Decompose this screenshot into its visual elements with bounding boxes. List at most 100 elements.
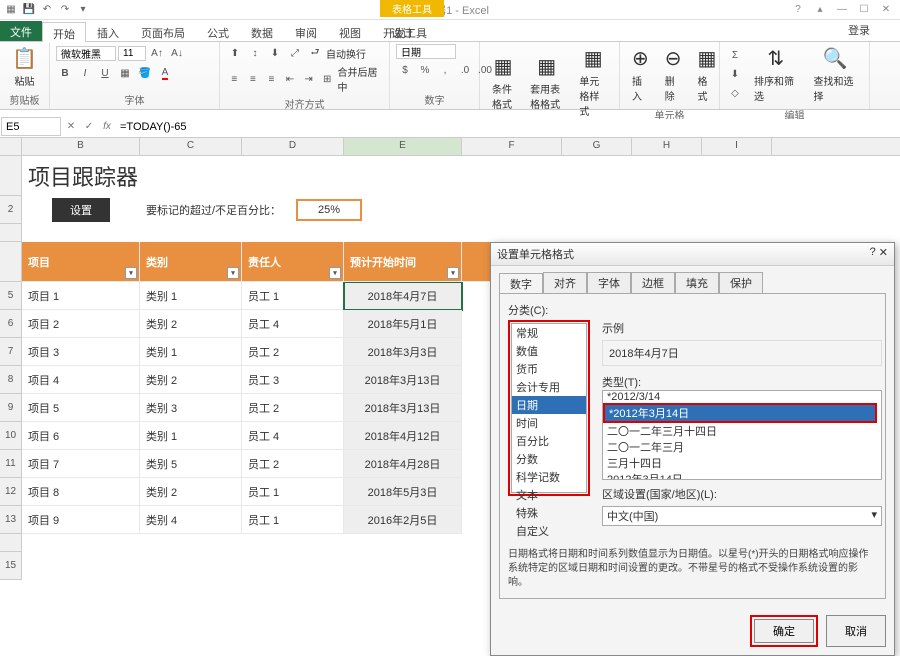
row-header[interactable]: 11	[0, 450, 22, 478]
row-header[interactable]: 5	[0, 282, 22, 310]
comma-icon[interactable]: ,	[436, 61, 454, 79]
percent-icon[interactable]: %	[416, 61, 434, 79]
category-date[interactable]: 日期	[512, 396, 586, 414]
font-color-button[interactable]: A	[156, 64, 174, 82]
col-header-e[interactable]: E	[344, 138, 462, 155]
col-header-f[interactable]: F	[462, 138, 562, 155]
table-header-startdate[interactable]: 预计开始时间▾	[344, 242, 462, 282]
category-list[interactable]: 常规 数值 货币 会计专用 日期 时间 百分比 分数 科学记数 文本 特殊 自定…	[511, 323, 587, 493]
wrap-text-button[interactable]: ⮐	[306, 44, 324, 62]
redo-icon[interactable]: ↷	[58, 3, 72, 17]
tab-review[interactable]: 审阅	[284, 21, 328, 41]
tab-formulas[interactable]: 公式	[196, 21, 240, 41]
help-icon[interactable]: ?	[790, 3, 806, 17]
dialog-help-icon[interactable]: ?	[870, 246, 876, 262]
filter-icon[interactable]: ▾	[125, 267, 137, 279]
underline-button[interactable]: U	[96, 64, 114, 82]
row-header[interactable]: 2	[0, 196, 22, 224]
cancel-formula-icon[interactable]: ✕	[62, 121, 80, 132]
decrease-font-icon[interactable]: A↓	[168, 44, 186, 62]
row-header[interactable]: 7	[0, 338, 22, 366]
conditional-format-button[interactable]: ▦条件格式	[486, 52, 520, 113]
tab-design[interactable]: 设计	[380, 21, 424, 41]
row-header[interactable]: 9	[0, 394, 22, 422]
col-header-d[interactable]: D	[242, 138, 344, 155]
number-format-combo[interactable]	[396, 44, 456, 59]
insert-cells-button[interactable]: ⊕插入	[626, 44, 655, 105]
orientation-icon[interactable]: ⤢	[286, 44, 304, 62]
row-header[interactable]	[0, 156, 22, 196]
align-top-icon[interactable]: ⬆	[226, 44, 244, 62]
table-header-project[interactable]: 项目▾	[22, 242, 140, 282]
select-all-corner[interactable]	[0, 138, 22, 155]
row-header[interactable]: 12	[0, 478, 22, 506]
minimize-icon[interactable]: —	[834, 3, 850, 17]
row-header[interactable]: 8	[0, 366, 22, 394]
currency-icon[interactable]: $	[396, 61, 414, 79]
col-header-h[interactable]: H	[632, 138, 702, 155]
align-center-icon[interactable]: ≡	[245, 70, 262, 88]
type-selected[interactable]: *2012年3月14日	[605, 405, 875, 421]
ribbon-collapse-icon[interactable]: ▴	[812, 3, 828, 17]
row-header[interactable]: 10	[0, 422, 22, 450]
tab-home[interactable]: 开始	[42, 22, 86, 42]
filter-icon[interactable]: ▾	[329, 267, 341, 279]
formula-input[interactable]	[116, 119, 900, 135]
row-header[interactable]	[0, 242, 22, 282]
delete-cells-button[interactable]: ⊖删除	[659, 44, 688, 105]
fx-icon[interactable]: fx	[98, 121, 116, 132]
fill-color-button[interactable]: 🪣	[136, 64, 154, 82]
row-header[interactable]: 6	[0, 310, 22, 338]
tab-pagelayout[interactable]: 页面布局	[130, 21, 196, 41]
increase-font-icon[interactable]: A↑	[148, 44, 166, 62]
save-icon[interactable]: 💾	[22, 3, 36, 17]
align-bottom-icon[interactable]: ⬇	[266, 44, 284, 62]
sheet-title[interactable]: 项目跟踪器	[22, 156, 462, 196]
align-right-icon[interactable]: ≡	[263, 70, 280, 88]
name-box[interactable]	[1, 117, 61, 136]
dialog-tab-border[interactable]: 边框	[631, 272, 675, 293]
cancel-button[interactable]: 取消	[826, 615, 886, 647]
find-select-button[interactable]: 🔍查找和选择	[808, 44, 864, 105]
filter-icon[interactable]: ▾	[227, 267, 239, 279]
tab-view[interactable]: 视图	[328, 21, 372, 41]
signin-link[interactable]: 登录	[848, 22, 870, 38]
row-header[interactable]	[0, 224, 22, 242]
tab-data[interactable]: 数据	[240, 21, 284, 41]
align-middle-icon[interactable]: ↕	[246, 44, 264, 62]
table-header-owner[interactable]: 责任人▾	[242, 242, 344, 282]
clear-icon[interactable]: ◇	[726, 85, 744, 103]
settings-button[interactable]: 设置	[52, 198, 110, 222]
dialog-close-icon[interactable]: ✕	[879, 246, 888, 262]
align-left-icon[interactable]: ≡	[226, 70, 243, 88]
maximize-icon[interactable]: ☐	[856, 3, 872, 17]
italic-button[interactable]: I	[76, 64, 94, 82]
autosum-icon[interactable]: Σ	[726, 47, 744, 65]
col-header-i[interactable]: I	[702, 138, 772, 155]
dialog-tab-font[interactable]: 字体	[587, 272, 631, 293]
file-tab[interactable]: 文件	[0, 21, 42, 41]
qat-more-icon[interactable]: ▾	[76, 3, 90, 17]
row-header[interactable]: 15	[0, 552, 22, 580]
font-size-combo[interactable]	[118, 46, 146, 61]
col-header-c[interactable]: C	[140, 138, 242, 155]
type-list[interactable]: *2012/3/14 *2012年3月14日 二〇一二年三月十四日 二〇一二年三…	[602, 390, 882, 480]
font-name-combo[interactable]	[56, 46, 116, 61]
paste-button[interactable]: 📋粘贴	[6, 44, 43, 90]
bold-button[interactable]: B	[56, 64, 74, 82]
fill-icon[interactable]: ⬇	[726, 66, 744, 84]
format-cells-button[interactable]: ▦格式	[692, 44, 723, 105]
col-header-b[interactable]: B	[22, 138, 140, 155]
merge-button[interactable]: ⊞	[319, 70, 336, 88]
tab-insert[interactable]: 插入	[86, 21, 130, 41]
dialog-titlebar[interactable]: 设置单元格格式 ? ✕	[491, 243, 894, 266]
increase-decimal-icon[interactable]: .0	[456, 61, 474, 79]
sort-filter-button[interactable]: ⇅排序和筛选	[748, 44, 804, 105]
row-header[interactable]	[0, 534, 22, 552]
enter-formula-icon[interactable]: ✓	[80, 121, 98, 132]
format-table-button[interactable]: ▦套用表格格式	[524, 52, 569, 113]
filter-icon[interactable]: ▾	[447, 267, 459, 279]
dialog-tab-protection[interactable]: 保护	[719, 272, 763, 293]
locale-combo[interactable]: 中文(中国)▾	[602, 506, 882, 526]
close-icon[interactable]: ✕	[878, 3, 894, 17]
